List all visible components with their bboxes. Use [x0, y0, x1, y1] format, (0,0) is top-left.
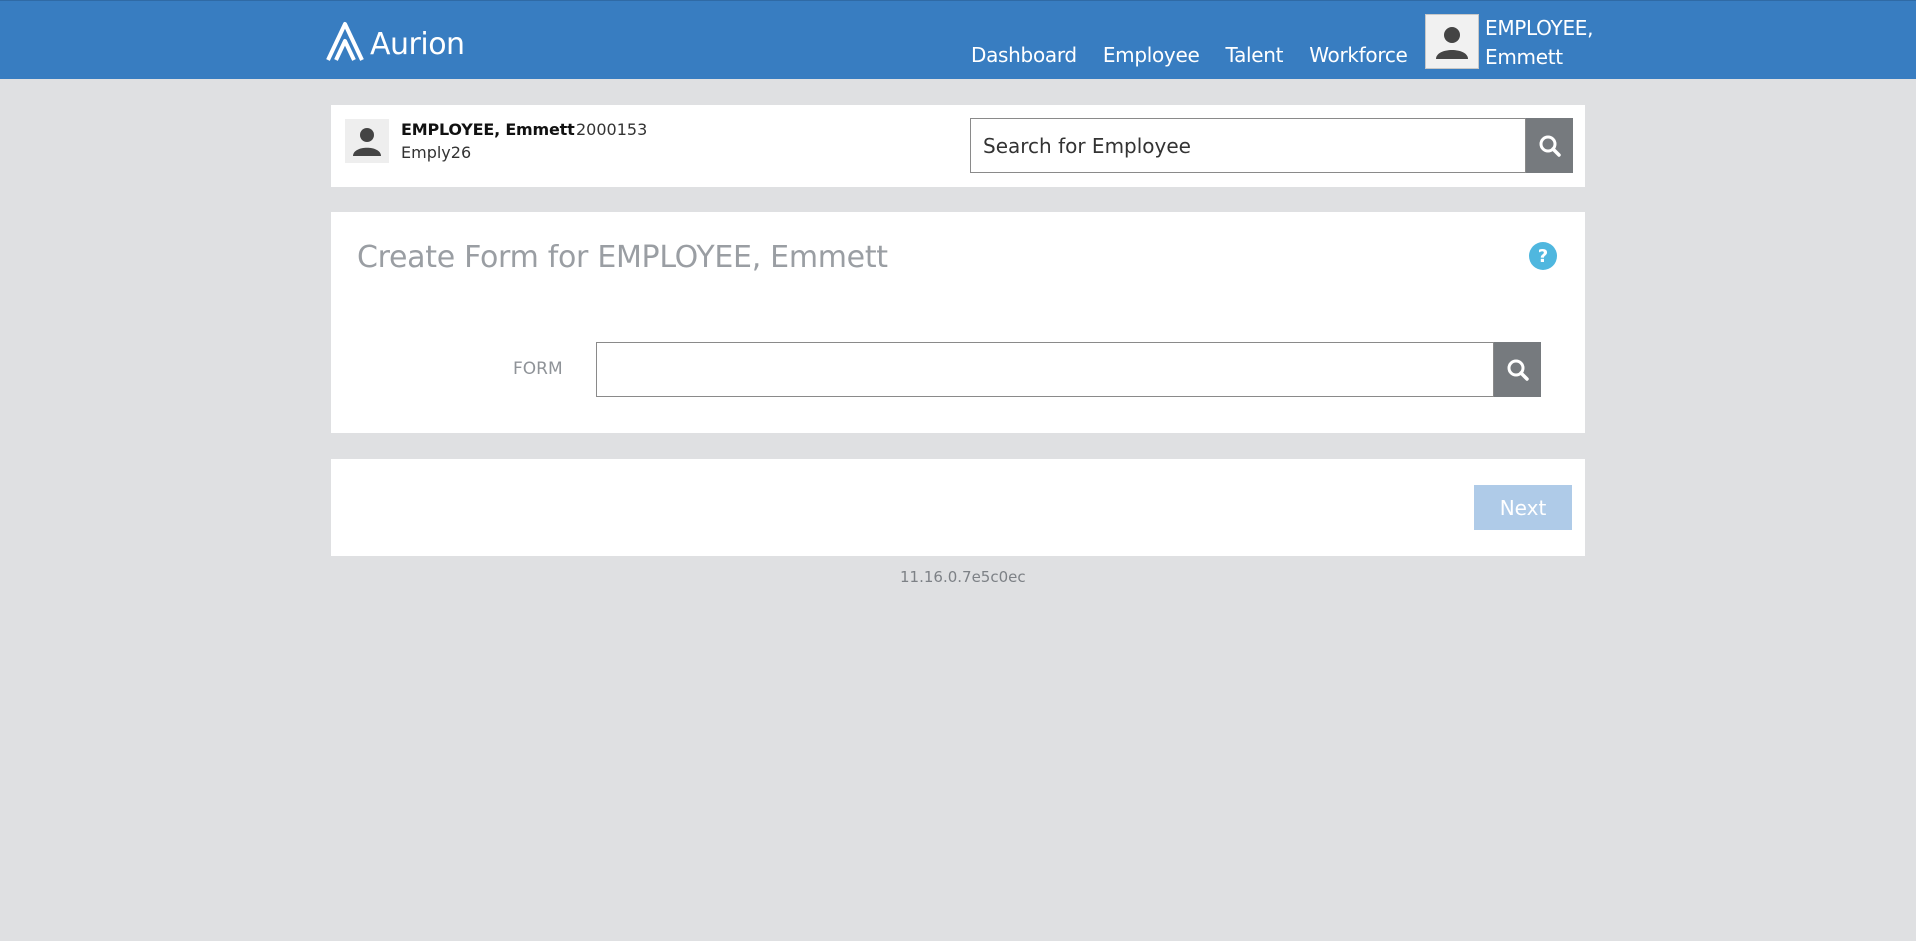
user-avatar[interactable] — [1425, 14, 1479, 69]
search-icon — [1507, 359, 1529, 381]
nav-workforce[interactable]: Workforce — [1309, 43, 1408, 67]
top-bar: Aurion Dashboard Employee Talent Workfor… — [0, 0, 1916, 79]
aurion-logo-icon — [326, 22, 364, 61]
employee-search-input[interactable] — [970, 118, 1526, 173]
form-field-label: FORM — [513, 359, 563, 379]
person-icon — [353, 128, 381, 156]
employee-code: Emply26 — [401, 143, 472, 162]
form-input[interactable] — [596, 342, 1494, 397]
main-nav: Dashboard Employee Talent Workforce — [971, 43, 1408, 67]
actions-panel: Next — [331, 459, 1585, 556]
next-button[interactable]: Next — [1474, 485, 1572, 530]
aurion-logo[interactable]: Aurion — [324, 19, 465, 63]
logo-text: Aurion — [370, 26, 465, 62]
user-name-line1: EMPLOYEE, — [1485, 16, 1594, 40]
nav-employee[interactable]: Employee — [1103, 43, 1200, 67]
user-menu-name[interactable]: EMPLOYEE, Emmett — [1485, 14, 1593, 72]
page-title: Create Form for EMPLOYEE, Emmett — [357, 240, 888, 275]
employee-name: EMPLOYEE, Emmett — [401, 120, 575, 139]
employee-search-button[interactable] — [1526, 118, 1573, 173]
search-icon — [1539, 135, 1561, 157]
version-label: 11.16.0.7e5c0ec — [900, 568, 1026, 586]
nav-dashboard[interactable]: Dashboard — [971, 43, 1077, 67]
help-icon[interactable]: ? — [1529, 242, 1557, 270]
employee-avatar — [345, 119, 389, 163]
user-name-line2: Emmett — [1485, 45, 1563, 69]
employee-panel: EMPLOYEE, Emmett 2000153 Emply26 — [331, 105, 1585, 187]
employee-number: 2000153 — [576, 120, 648, 139]
nav-talent[interactable]: Talent — [1225, 43, 1283, 67]
user-icon — [1436, 26, 1468, 59]
create-form-panel: Create Form for EMPLOYEE, Emmett ? FORM — [331, 212, 1585, 433]
form-search-button[interactable] — [1494, 342, 1541, 397]
